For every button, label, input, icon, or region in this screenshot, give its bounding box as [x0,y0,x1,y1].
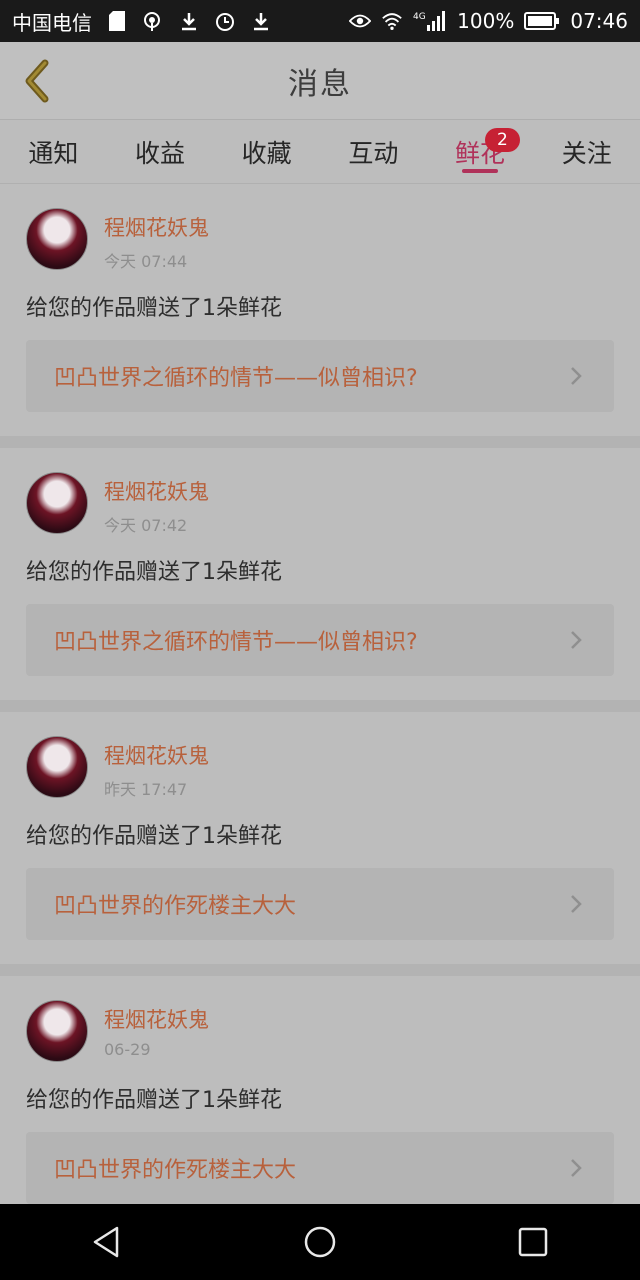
message-text: 给您的作品赠送了1朵鲜花 [26,1088,282,1113]
avatar[interactable] [26,736,88,798]
tab-interactions[interactable]: 互动 [320,120,427,183]
list-item: 程烟花妖鬼 今天 07:44 给您的作品赠送了1朵鲜花 凹凸世界之循环的情节——… [0,184,640,448]
timestamp: 今天 07:42 [104,516,188,535]
wifi-icon [381,10,403,32]
tab-earnings[interactable]: 收益 [107,120,214,183]
work-link[interactable]: 凹凸世界的作死楼主大大 [26,1132,614,1204]
work-link[interactable]: 凹凸世界之循环的情节——似曾相识? [26,340,614,412]
nav-recents-button[interactable] [503,1212,563,1272]
eye-icon [349,10,372,32]
avatar[interactable] [26,1000,88,1062]
square-recents-icon [519,1227,548,1257]
tab-label: 互动 [348,138,399,168]
download-icon-2 [250,10,272,32]
avatar[interactable] [26,208,88,270]
tab-follows[interactable]: 关注 [533,120,640,183]
status-bar: 中国电信 4G 100% 07:46 [0,0,640,42]
tab-favorites[interactable]: 收藏 [213,120,320,183]
tab-label: 收益 [135,138,186,168]
carrier-name: 中国电信 [12,10,92,35]
flower-message-list: 程烟花妖鬼 今天 07:44 给您的作品赠送了1朵鲜花 凹凸世界之循环的情节——… [0,184,640,1204]
list-item: 程烟花妖鬼 今天 07:42 给您的作品赠送了1朵鲜花 凹凸世界之循环的情节——… [0,448,640,712]
clock: 07:46 [570,9,628,33]
work-link[interactable]: 凹凸世界之循环的情节——似曾相识? [26,604,614,676]
message-text: 给您的作品赠送了1朵鲜花 [26,824,282,849]
list-item: 程烟花妖鬼 06-29 给您的作品赠送了1朵鲜花 凹凸世界的作死楼主大大 [0,976,640,1204]
svg-text:4G: 4G [413,12,426,22]
active-tab-indicator [462,169,499,173]
chevron-right-icon [571,895,582,913]
username[interactable]: 程烟花妖鬼 [104,476,209,506]
unread-badge: 2 [485,127,520,152]
signal-icon: 4G [413,10,447,32]
nav-home-button[interactable] [290,1212,350,1272]
work-link[interactable]: 凹凸世界的作死楼主大大 [26,868,614,940]
avatar[interactable] [26,472,88,534]
battery-percent: 100% [457,9,515,33]
message-text: 给您的作品赠送了1朵鲜花 [26,296,282,321]
sim-card-icon [106,10,128,32]
timestamp: 06-29 [104,1040,151,1059]
alarm-icon [214,10,236,32]
battery-icon [524,10,560,32]
username[interactable]: 程烟花妖鬼 [104,1004,209,1034]
work-title: 凹凸世界之循环的情节——似曾相识? [54,630,418,655]
app-header: 消息 [0,42,640,120]
work-title: 凹凸世界的作死楼主大大 [54,894,297,919]
tab-bar: 通知 收益 收藏 互动 鲜花 2 关注 [0,120,640,184]
tab-label-wrap: 鲜花 2 [455,127,520,170]
username[interactable]: 程烟花妖鬼 [104,740,209,770]
circle-home-icon [304,1226,336,1258]
message-text: 给您的作品赠送了1朵鲜花 [26,560,282,585]
back-button[interactable] [14,56,58,106]
system-nav-bar [0,1204,640,1280]
tab-notifications[interactable]: 通知 [0,120,107,183]
timestamp: 昨天 17:47 [104,780,188,799]
tab-label: 关注 [561,138,612,168]
list-item: 程烟花妖鬼 昨天 17:47 给您的作品赠送了1朵鲜花 凹凸世界的作死楼主大大 [0,712,640,976]
chevron-right-icon [571,367,582,385]
download-icon [178,10,200,32]
username[interactable]: 程烟花妖鬼 [104,212,209,242]
chevron-left-icon [25,59,49,103]
nav-back-button[interactable] [77,1212,137,1272]
work-title: 凹凸世界之循环的情节——似曾相识? [54,366,418,391]
chevron-right-icon [571,631,582,649]
tab-label: 收藏 [241,138,292,168]
chevron-right-icon [571,1159,582,1177]
tab-flowers[interactable]: 鲜花 2 [427,120,534,183]
work-title: 凹凸世界的作死楼主大大 [54,1158,297,1183]
triangle-back-icon [93,1226,118,1258]
timestamp: 今天 07:44 [104,252,188,271]
hotspot-icon [142,10,164,32]
page-title: 消息 [288,66,352,102]
tab-label: 通知 [28,138,79,168]
